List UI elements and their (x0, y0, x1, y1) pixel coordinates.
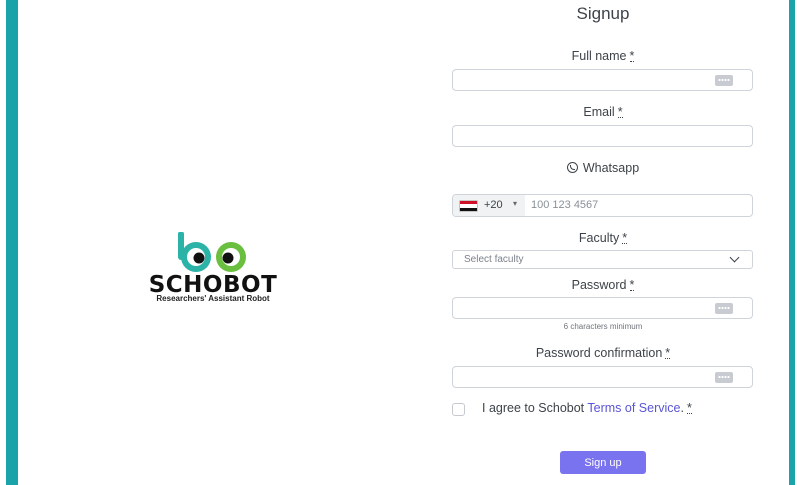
faculty-select-value: Select faculty (464, 254, 524, 265)
country-dial-code: +20 (484, 199, 503, 211)
whatsapp-label-text: Whatsapp (582, 161, 640, 175)
password-label: Password * (452, 277, 754, 293)
email-field[interactable] (452, 125, 753, 147)
whatsapp-phone-field[interactable]: +20 ▾ 100 123 4567 (452, 194, 753, 217)
required-marker: * (665, 346, 671, 360)
whatsapp-icon (566, 162, 578, 173)
faculty-label-text: Faculty (578, 231, 620, 245)
password-manager-key-icon[interactable] (715, 75, 733, 86)
terms-suffix: . (680, 401, 684, 415)
email-label-text: Email (583, 105, 615, 119)
logo-tagline: Researchers' Assistant Robot (156, 294, 270, 303)
chevron-down-icon (729, 252, 740, 263)
required-marker: * (629, 278, 635, 292)
terms-of-service-link[interactable]: Terms of Service (587, 401, 680, 415)
password-confirmation-label-text: Password confirmation (535, 346, 663, 360)
owl-eyes-logo-icon (178, 232, 246, 272)
caret-down-icon: ▾ (513, 199, 518, 208)
full-name-label-text: Full name (571, 49, 627, 63)
required-marker: * (686, 401, 692, 415)
required-marker: * (629, 49, 635, 63)
password-hint: 6 characters minimum (563, 322, 643, 331)
full-name-label: Full name * (452, 48, 754, 64)
terms-label: I agree to Schobot Terms of Service. * (482, 401, 692, 415)
password-confirmation-label: Password confirmation * (452, 345, 754, 361)
terms-checkbox[interactable] (452, 403, 465, 416)
signup-page: SCHOBOT Researchers' Assistant Robot Sig… (0, 0, 797, 485)
faculty-select[interactable]: Select faculty (452, 250, 753, 269)
password-label-text: Password (571, 278, 627, 292)
page-title: Signup (576, 4, 630, 23)
terms-prefix: I agree to Schobot (482, 401, 588, 415)
password-field[interactable] (452, 297, 753, 319)
required-marker: * (617, 105, 623, 119)
faculty-label: Faculty * (452, 230, 754, 246)
password-manager-key-icon[interactable] (715, 372, 733, 383)
phone-placeholder: 100 123 4567 (531, 199, 599, 211)
country-code-selector[interactable]: +20 ▾ (453, 195, 525, 216)
whatsapp-label: Whatsapp (452, 160, 754, 176)
full-name-field[interactable] (452, 69, 753, 91)
schobot-logo: SCHOBOT Researchers' Assistant Robot (128, 232, 298, 312)
egypt-flag-icon (460, 201, 477, 211)
sign-up-button[interactable]: Sign up (560, 451, 646, 474)
email-label: Email * (452, 104, 754, 120)
password-manager-key-icon[interactable] (715, 303, 733, 314)
right-accent-bar (789, 0, 795, 485)
left-accent-bar (6, 0, 18, 485)
password-confirmation-field[interactable] (452, 366, 753, 388)
required-marker: * (622, 231, 628, 245)
